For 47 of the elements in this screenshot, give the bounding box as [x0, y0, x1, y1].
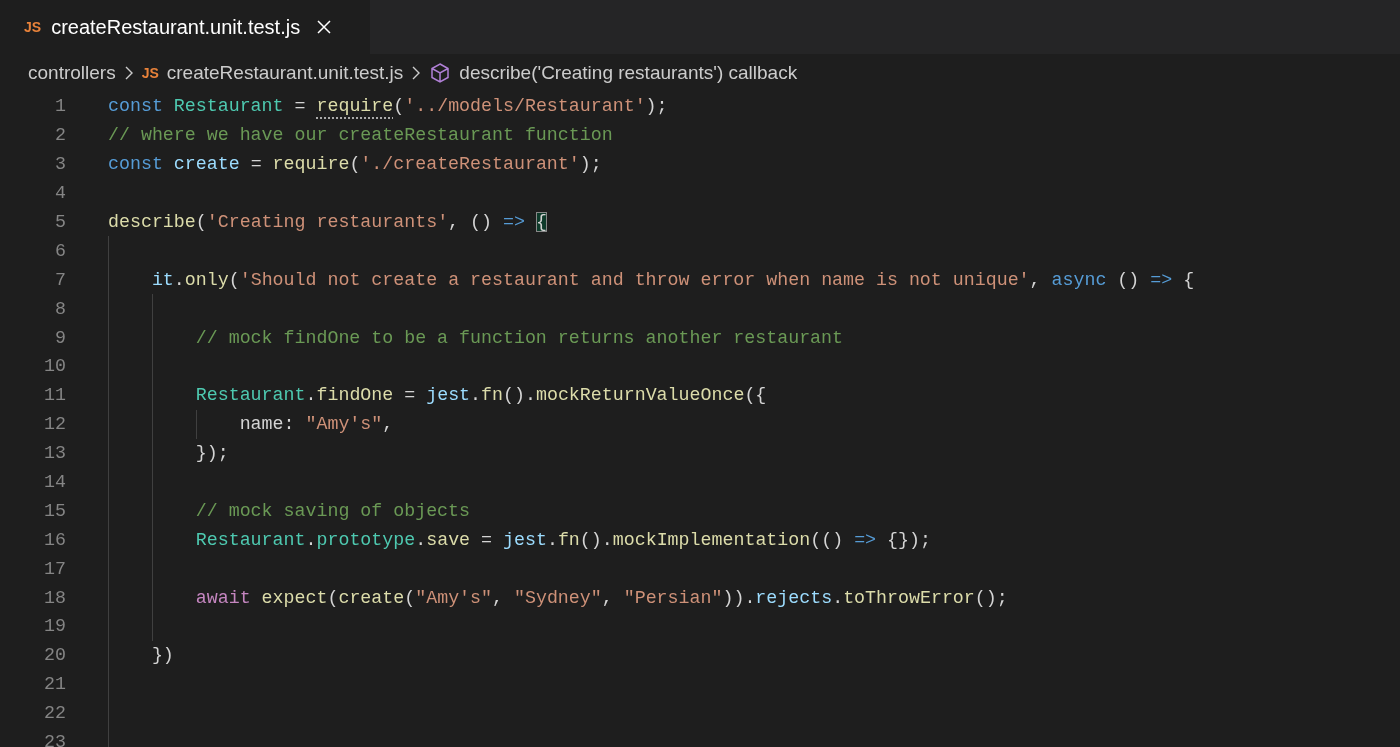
- js-file-icon: JS: [141, 65, 159, 81]
- code-line: Restaurant.findOne = jest.fn().mockReturnValueOnce({: [194, 385, 767, 406]
- code-line: Restaurant.prototype.save = jest.fn().mockImplementation(() => {});: [194, 529, 931, 550]
- code-line: await expect(create("Amy's", "Sydney", "Persian")).rejects.toThrowError();: [194, 587, 1008, 608]
- code-line: const Restaurant = require('../models/Restaurant');: [108, 96, 668, 117]
- code-line: describe('Creating restaurants', () => {: [108, 212, 547, 232]
- line-number: 22: [43, 703, 66, 724]
- line-number: 3: [54, 154, 66, 175]
- line-number: 14: [43, 472, 66, 492]
- line-number: 18: [43, 587, 66, 608]
- line-number: 4: [54, 183, 66, 204]
- code-line: it.only('Should not create a restaurant and throw error when name is not unique', async () => {: [150, 269, 1195, 290]
- code-line: // mock saving of objects: [194, 500, 471, 521]
- line-number: 7: [54, 269, 66, 290]
- js-file-icon: JS: [24, 19, 42, 35]
- code-line: }): [150, 645, 174, 666]
- line-number: 15: [43, 500, 66, 521]
- code-line: const create = require('./createRestaurant');: [108, 154, 602, 175]
- line-number: 20: [43, 645, 66, 666]
- tab-label: createRestaurant.unit.test.js: [51, 15, 301, 39]
- line-number: 17: [43, 558, 66, 579]
- chevron-right-icon: [411, 66, 422, 80]
- line-number: 23: [43, 732, 66, 747]
- breadcrumb-item[interactable]: createRestaurant.unit.test.js: [166, 62, 404, 84]
- line-number: 10: [43, 356, 66, 377]
- breadcrumb-item[interactable]: controllers: [28, 62, 116, 84]
- line-number: 11: [43, 385, 66, 406]
- line-number: 6: [54, 240, 66, 261]
- code-line: // mock findOne to be a function returns another restaurant: [194, 327, 844, 348]
- code-line: });: [194, 443, 229, 464]
- line-number: 21: [43, 674, 66, 695]
- code-line: // where we have our createRestaurant function: [108, 125, 613, 146]
- line-number: 12: [43, 414, 66, 435]
- breadcrumb-item[interactable]: describe('Creating restaurants') callback: [459, 62, 798, 84]
- cube-icon: [429, 62, 452, 84]
- line-number: 19: [43, 616, 66, 637]
- close-icon[interactable]: [316, 19, 333, 35]
- editor-tab[interactable]: JS createRestaurant.unit.test.js: [0, 0, 370, 54]
- line-number: 8: [54, 298, 66, 319]
- line-number: 16: [43, 529, 66, 550]
- line-number: 13: [43, 443, 66, 464]
- line-number: 9: [54, 327, 66, 348]
- line-number: 1: [54, 96, 66, 117]
- line-number: 5: [54, 212, 66, 232]
- code-line: name: "Amy's",: [238, 414, 394, 435]
- line-number: 2: [54, 125, 66, 146]
- chevron-right-icon: [123, 66, 134, 80]
